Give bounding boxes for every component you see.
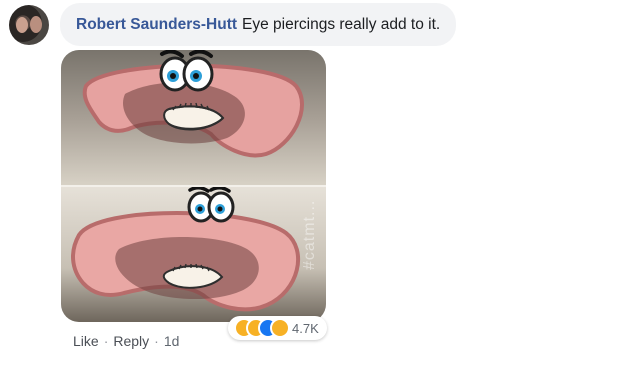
photo-bottom-panel [61,187,326,322]
ear-illustration-top [82,50,304,158]
ear-illustration-bottom [71,187,301,312]
comment-author[interactable]: Robert Saunders-Hutt [76,16,237,34]
reactions-summary[interactable]: 4.7K [228,316,327,340]
comment-actions: Like · Reply · 1d [73,333,179,349]
separator-1: · [103,333,109,349]
comment-bubble: Robert Saunders-Hutt Eye piercings reall… [60,3,457,46]
reaction-count: 4.7K [292,320,319,336]
photo-top-panel [61,50,326,186]
avatar[interactable] [9,5,49,45]
avatar-face-left [16,17,28,33]
like-link[interactable]: Like [73,333,99,349]
reply-link[interactable]: Reply [113,333,149,349]
photo-watermark: #catmt... [301,199,318,270]
comment-text: Eye piercings really add to it. [242,15,441,33]
separator-2: · [154,333,159,349]
comment-time[interactable]: 1d [164,333,180,349]
sad-icon [270,318,290,338]
comment-photo[interactable]: #catmt... [61,50,326,322]
reaction-icons [234,318,290,338]
avatar-face-right [30,16,42,33]
